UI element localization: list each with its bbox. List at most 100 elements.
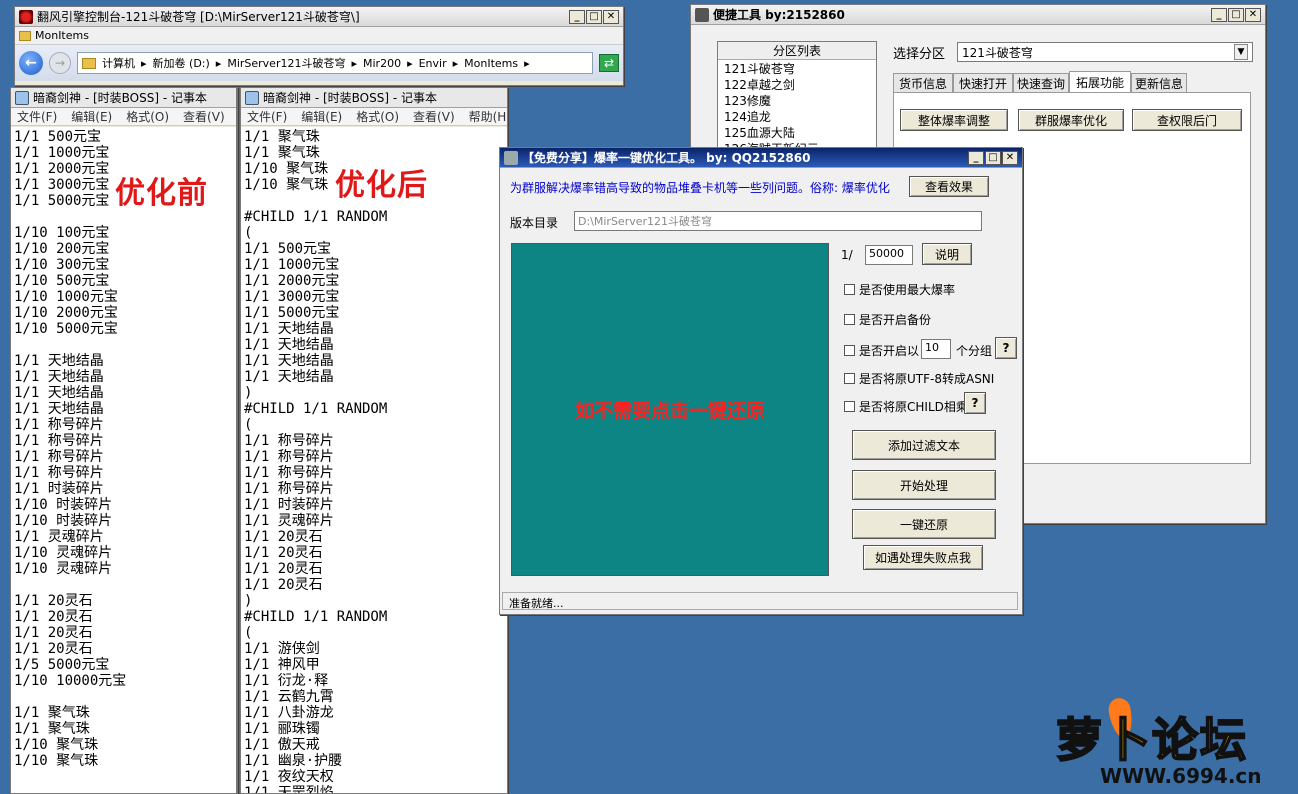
- group-rate-optimize-button[interactable]: 群服爆率优化: [1018, 109, 1124, 131]
- child-help-button[interactable]: ?: [964, 392, 986, 414]
- partition-list[interactable]: 分区列表 121斗破苍穹122卓越之剑123修魔124追龙125血源大陆126海…: [717, 41, 877, 151]
- option-use-max-rate[interactable]: 是否使用最大爆率: [844, 281, 955, 298]
- option-label: 是否将原CHILD相乘: [859, 400, 968, 414]
- text-line: 1/1 聚气珠: [244, 145, 320, 161]
- app-icon: [504, 150, 518, 165]
- text-line: (: [244, 225, 253, 241]
- maximize-button[interactable]: □: [586, 9, 602, 24]
- maximize-button[interactable]: □: [985, 150, 1001, 165]
- checkbox[interactable]: [844, 345, 855, 356]
- menu-view[interactable]: 查看(V): [183, 108, 225, 125]
- tab-quick-query[interactable]: 快速查询: [1013, 73, 1069, 93]
- partition-select[interactable]: 121斗破苍穹 ▼: [957, 42, 1253, 62]
- explain-button[interactable]: 说明: [922, 243, 972, 265]
- breadcrumb-item[interactable]: MonItems: [464, 57, 518, 70]
- option-utf8-to-ansi[interactable]: 是否将原UTF-8转成ASNI: [844, 370, 994, 387]
- notepad-after-titlebar: 暗裔剑神 - [时装BOSS] - 记事本: [241, 88, 507, 108]
- option-enable-group[interactable]: 是否开启以: [844, 342, 919, 359]
- optimizer-description: 为群服解决爆率错高导致的物品堆叠卡机等一些列问题。俗称: 爆率优化: [510, 181, 890, 195]
- text-line: 1/1 天地结晶: [244, 321, 334, 337]
- rate-input[interactable]: 50000: [865, 245, 913, 265]
- option-label: 是否开启备份: [859, 313, 932, 327]
- menu-format[interactable]: 格式(O): [126, 108, 169, 125]
- address-bar[interactable]: 计算机 ▸ 新加卷 (D:) ▸ MirServer121斗破苍穹 ▸ Mir200 ▸…: [77, 52, 593, 74]
- check-backdoor-button[interactable]: 查权限后门: [1132, 109, 1242, 131]
- text-line: 1/1 称号碎片: [244, 481, 334, 497]
- failure-help-button[interactable]: 如遇处理失败点我: [863, 545, 983, 570]
- menu-format[interactable]: 格式(O): [356, 108, 399, 125]
- overall-rate-button[interactable]: 整体爆率调整: [900, 109, 1008, 131]
- text-line: 1/1 时装碎片: [244, 497, 334, 513]
- text-line: 1/1 云鹤九霄: [244, 689, 334, 705]
- optimizer-title: 【免费分享】爆率一键优化工具。 by: QQ2152860: [522, 151, 811, 165]
- partition-list-item[interactable]: 123修魔: [724, 93, 870, 109]
- partition-list-item[interactable]: 122卓越之剑: [724, 77, 870, 93]
- version-dir-input[interactable]: D:\MirServer121斗破苍穹: [574, 211, 982, 231]
- forward-icon[interactable]: →: [49, 52, 71, 74]
- text-line: 1/1 称号碎片: [14, 449, 104, 465]
- checkbox[interactable]: [844, 314, 855, 325]
- partition-list-item[interactable]: 125血源大陆: [724, 125, 870, 141]
- text-line: 1/1 称号碎片: [244, 465, 334, 481]
- tab-currency[interactable]: 货币信息: [893, 73, 953, 93]
- restore-button[interactable]: 一键还原: [852, 509, 996, 539]
- start-button[interactable]: 开始处理: [852, 470, 996, 500]
- checkbox[interactable]: [844, 401, 855, 412]
- menu-file[interactable]: 文件(F): [17, 108, 57, 125]
- menu-view[interactable]: 查看(V): [413, 108, 455, 125]
- menu-edit[interactable]: 编辑(E): [301, 108, 342, 125]
- minimize-button[interactable]: _: [1211, 7, 1227, 22]
- checkbox[interactable]: [844, 373, 855, 384]
- add-filter-button[interactable]: 添加过滤文本: [852, 430, 996, 460]
- refresh-icon[interactable]: ⇄: [599, 54, 619, 72]
- text-line: 1/1 天罡烈焰: [244, 785, 334, 793]
- minimize-button[interactable]: _: [569, 9, 585, 24]
- tab-update-info[interactable]: 更新信息: [1131, 73, 1187, 93]
- breadcrumb-item[interactable]: 计算机: [102, 55, 135, 71]
- close-button[interactable]: ✕: [1002, 150, 1018, 165]
- maximize-button[interactable]: □: [1228, 7, 1244, 22]
- tab-quick-open[interactable]: 快速打开: [953, 73, 1013, 93]
- text-line: 1/10 灵魂碎片: [14, 545, 113, 561]
- quick-tool-titlebar: 便捷工具 by:2152860 _ □ ✕: [691, 5, 1265, 25]
- select-partition-label: 选择分区: [893, 47, 946, 62]
- notepad-after-text[interactable]: 1/1 聚气珠 1/1 聚气珠 1/10 聚气珠 1/10 聚气珠 #CHILD 1/…: [241, 127, 507, 793]
- notepad-before-text[interactable]: 1/1 500元宝 1/1 1000元宝 1/1 2000元宝 1/1 3000元宝 1…: [11, 127, 236, 793]
- back-icon[interactable]: ←: [19, 51, 43, 75]
- group-count-input[interactable]: 10: [921, 339, 951, 359]
- breadcrumb-item[interactable]: 新加卷 (D:): [153, 55, 210, 71]
- notepad-icon: [15, 90, 29, 105]
- text-line: 1/10 2000元宝: [14, 305, 118, 321]
- menu-edit[interactable]: 编辑(E): [71, 108, 112, 125]
- partition-list-item[interactable]: 124追龙: [724, 109, 870, 125]
- text-line: 1/1 傲天戒: [244, 737, 320, 753]
- text-line: 1/1 聚气珠: [244, 129, 320, 145]
- text-line: 1/5 5000元宝: [14, 657, 110, 673]
- chevron-down-icon[interactable]: ▼: [1234, 44, 1248, 60]
- text-line: 1/1 天地结晶: [14, 353, 104, 369]
- text-line: 1/1 500元宝: [14, 129, 102, 145]
- breadcrumb-item[interactable]: MirServer121斗破苍穹: [227, 55, 345, 71]
- close-button[interactable]: ✕: [603, 9, 619, 24]
- text-line: 1/10 聚气珠: [14, 753, 99, 769]
- group-help-button[interactable]: ?: [995, 337, 1017, 359]
- partition-list-item[interactable]: 121斗破苍穹: [724, 61, 870, 77]
- close-button[interactable]: ✕: [1245, 7, 1261, 22]
- breadcrumb-item[interactable]: Mir200: [363, 57, 401, 70]
- text-line: 1/10 5000元宝: [14, 321, 118, 337]
- breadcrumb-item[interactable]: Envir: [419, 57, 447, 70]
- option-label: 是否使用最大爆率: [859, 283, 956, 297]
- app-logo-icon: [19, 9, 33, 24]
- tab-extensions[interactable]: 拓展功能: [1069, 71, 1131, 93]
- checkbox[interactable]: [844, 284, 855, 295]
- text-line: 1/10 200元宝: [14, 241, 110, 257]
- menu-help[interactable]: 帮助(H): [469, 108, 507, 125]
- text-line: [14, 689, 233, 705]
- option-enable-backup[interactable]: 是否开启备份: [844, 311, 931, 328]
- view-effect-button[interactable]: 查看效果: [909, 176, 989, 197]
- option-child-multiply[interactable]: 是否将原CHILD相乘: [844, 398, 968, 415]
- text-line: (: [244, 625, 253, 641]
- menu-file[interactable]: 文件(F): [247, 108, 287, 125]
- notepad-after-title: 暗裔剑神 - [时装BOSS] - 记事本: [263, 91, 437, 105]
- minimize-button[interactable]: _: [968, 150, 984, 165]
